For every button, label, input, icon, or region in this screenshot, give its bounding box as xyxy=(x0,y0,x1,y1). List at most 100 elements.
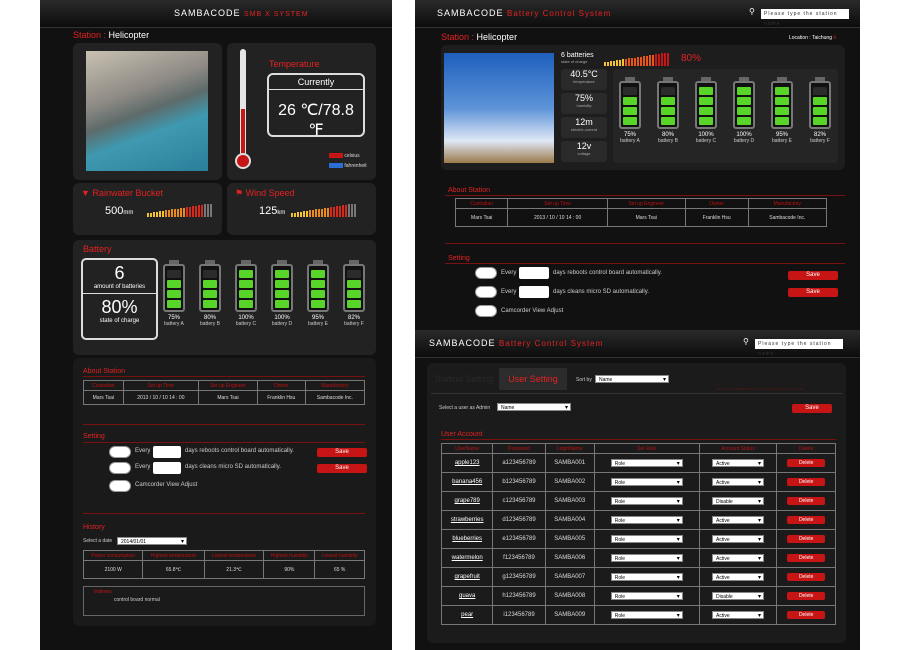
indexes-value: control board normal xyxy=(114,597,160,603)
status-select[interactable]: Disable xyxy=(712,592,765,601)
role-select[interactable]: Role xyxy=(610,592,683,601)
right-bottom-header: SAMBACODE Battery Control System ⚲ Pleas… xyxy=(415,330,860,358)
history-table: Power consumption Highest temperature Lowe… xyxy=(82,550,365,579)
about-station-table: Custodian Set up Time Set up Engineer Owner… xyxy=(83,380,366,405)
save-clean-button[interactable]: Save xyxy=(788,288,838,297)
reboot-days-input[interactable] xyxy=(519,267,549,279)
username-link[interactable]: grapefruit xyxy=(455,574,480,580)
battery-summary-box: 6 amount of batteries 80% state of charg… xyxy=(81,258,158,340)
batteries-count: 6 batteries state of charge xyxy=(561,52,594,64)
battery-name: battery D xyxy=(271,321,293,327)
temperature-title: Temperature xyxy=(269,59,320,69)
tab-user-setting[interactable]: User Setting xyxy=(499,368,567,390)
status-select[interactable]: Active xyxy=(712,478,765,487)
brand-logo: SAMBACODE xyxy=(437,8,504,18)
role-select[interactable]: Role xyxy=(610,573,683,582)
sort-select[interactable]: Name xyxy=(595,375,669,384)
stat-tile-electric-current: 12m electric current xyxy=(561,117,607,138)
battery-icon xyxy=(163,264,185,312)
status-select[interactable]: Active xyxy=(712,535,765,544)
status-select[interactable]: Active xyxy=(712,459,765,468)
battery-cell: 100% battery D xyxy=(271,260,293,327)
status-select[interactable]: Active xyxy=(712,516,765,525)
clean-sd-toggle[interactable] xyxy=(475,286,497,298)
station-search-input[interactable]: Please type the station name xyxy=(761,9,849,27)
username-link[interactable]: watermelon xyxy=(452,555,483,561)
reboot-toggle[interactable] xyxy=(109,446,131,458)
clean-sd-toggle[interactable] xyxy=(109,462,131,474)
about-station-title: About Station xyxy=(448,187,491,194)
location-label: Location : Taichung ⌾ xyxy=(789,35,837,41)
status-select[interactable]: Active xyxy=(712,573,765,582)
save-reboot-button[interactable]: Save xyxy=(317,448,367,457)
save-admin-button[interactable]: Save xyxy=(792,404,832,413)
current-temp-box: Currently 26 ℃/78.8 ℉ xyxy=(267,73,365,139)
battery-icon xyxy=(657,81,679,129)
username-link[interactable]: strawberries xyxy=(451,517,484,523)
admin-label: Select a user as Admin xyxy=(439,405,491,411)
battery-cell: 95% battery E xyxy=(771,77,793,144)
role-select[interactable]: Role xyxy=(610,497,683,506)
status-select[interactable]: Active xyxy=(712,611,765,620)
delete-button[interactable]: Delete xyxy=(787,592,826,600)
delete-button[interactable]: Delete xyxy=(787,497,826,505)
username-link[interactable]: apple123 xyxy=(455,460,480,466)
left-screen: SAMBACODE SMB X SYSTEM Station : Helicop… xyxy=(40,0,392,650)
user-setting-card: Station Setting User Setting Sort by Nam… xyxy=(427,363,846,643)
delete-button[interactable]: Delete xyxy=(787,478,826,486)
user-table-header: UserName Password LoginName Set Role Account… xyxy=(440,443,836,454)
battery-name: battery A xyxy=(620,138,640,144)
battery-cell: 100% battery D xyxy=(733,77,755,144)
station-title: Station : Helicopter xyxy=(441,32,518,42)
role-select[interactable]: Role xyxy=(610,459,683,468)
save-clean-button[interactable]: Save xyxy=(317,464,367,473)
delete-button[interactable]: Delete xyxy=(787,611,826,619)
battery-icon xyxy=(235,264,257,312)
table-row: apple123a123456789SAMBA001RoleActiveDele… xyxy=(440,453,836,473)
role-select[interactable]: Role xyxy=(610,535,683,544)
admin-select[interactable]: Name xyxy=(497,403,571,412)
battery-cell: 80% battery B xyxy=(657,77,679,144)
reboot-toggle[interactable] xyxy=(475,267,497,279)
battery-name: battery B xyxy=(657,138,678,144)
battery-cell: 80% battery B xyxy=(199,260,221,327)
clean-days-input[interactable] xyxy=(153,462,181,474)
username-link[interactable]: guava xyxy=(459,593,475,599)
battery-name: battery F xyxy=(344,321,364,327)
username-link[interactable]: grape789 xyxy=(455,498,480,504)
reboot-days-input[interactable] xyxy=(153,446,181,458)
role-select[interactable]: Role xyxy=(610,611,683,620)
table-row: strawberriesd123456789SAMBA004RoleActive… xyxy=(440,510,836,530)
delete-button[interactable]: Delete xyxy=(787,573,826,581)
username-link[interactable]: banana456 xyxy=(452,479,482,485)
legend-celsius: celsius xyxy=(329,153,360,159)
delete-button[interactable]: Delete xyxy=(787,459,826,467)
status-select[interactable]: Active xyxy=(712,554,765,563)
delete-button[interactable]: Delete xyxy=(787,516,826,524)
delete-button[interactable]: Delete xyxy=(787,535,826,543)
date-select[interactable]: 2014/01/01 xyxy=(117,537,187,546)
role-select[interactable]: Role xyxy=(610,478,683,487)
delete-button[interactable]: Delete xyxy=(787,554,826,562)
username-link[interactable]: blueberries xyxy=(452,536,482,542)
role-select[interactable]: Role xyxy=(610,554,683,563)
currently-label: Currently xyxy=(269,75,363,90)
tab-station-setting[interactable]: Station Setting xyxy=(431,368,497,390)
search-icon[interactable]: ⚲ xyxy=(743,337,750,346)
station-search-input[interactable]: Please type the station name xyxy=(755,339,843,357)
battery-icon xyxy=(199,264,221,312)
battery-charge: 80% xyxy=(101,297,138,317)
table-row: peari123456789SAMBA009RoleActiveDelete xyxy=(440,605,836,625)
station-photo xyxy=(86,51,208,171)
camcorder-toggle[interactable] xyxy=(475,305,497,317)
search-icon[interactable]: ⚲ xyxy=(749,7,756,16)
status-select[interactable]: Disable xyxy=(712,497,765,506)
username-link[interactable]: pear xyxy=(461,612,473,618)
camcorder-toggle[interactable] xyxy=(109,480,131,492)
role-select[interactable]: Role xyxy=(610,516,683,525)
clean-days-input[interactable] xyxy=(519,286,549,298)
save-reboot-button[interactable]: Save xyxy=(788,271,838,280)
table-row: grapefruitg123456789SAMBA007RoleActiveDe… xyxy=(440,567,836,587)
table-row: blueberriese123456789SAMBA005RoleActiveD… xyxy=(440,529,836,549)
battery-count: 6 xyxy=(114,263,125,283)
